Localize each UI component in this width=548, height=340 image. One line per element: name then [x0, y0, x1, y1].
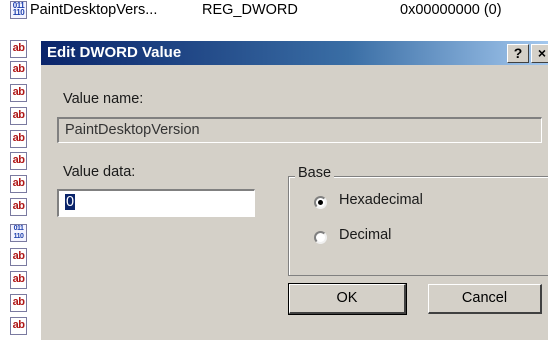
dialog-titlebar[interactable]: Edit DWORD Value ? × [41, 41, 548, 65]
value-data-input[interactable]: 0 [57, 189, 255, 217]
close-button[interactable]: × [531, 44, 548, 63]
dialog-title: Edit DWORD Value [47, 44, 182, 61]
reg-string-icon: ab [10, 294, 27, 312]
reg-binary-icon: 011 110 [10, 224, 27, 242]
reg-binary-icon: 011 110 [10, 1, 27, 19]
registry-value-data: 0x00000000 (0) [400, 2, 502, 18]
reg-string-icon: ab [10, 61, 27, 79]
reg-string-icon: ab [10, 248, 27, 266]
reg-string-icon: ab [10, 84, 27, 102]
reg-string-icon: ab [10, 152, 27, 170]
base-groupbox [288, 176, 548, 276]
registry-value-name: PaintDesktopVers... [30, 2, 158, 18]
reg-string-icon: ab [10, 198, 27, 216]
reg-string-icon: ab [10, 130, 27, 148]
value-data-label: Value data: [63, 164, 136, 180]
reg-string-icon: ab [10, 175, 27, 193]
registry-list-icons: ab ab ab ab ab ab ab ab 011 110 ab ab ab … [0, 40, 40, 335]
radio-button-icon[interactable] [314, 231, 327, 244]
value-name-label: Value name: [63, 91, 144, 107]
reg-string-icon: ab [10, 107, 27, 125]
ok-button[interactable]: OK [288, 283, 407, 315]
value-name-text: PaintDesktopVersion [65, 122, 200, 138]
reg-string-icon: ab [10, 317, 27, 335]
radio-selected-dot [318, 200, 323, 205]
radio-button-icon[interactable] [314, 196, 327, 209]
reg-string-icon: ab [10, 40, 27, 58]
value-name-field: PaintDesktopVersion [57, 117, 542, 143]
cancel-button[interactable]: Cancel [428, 284, 542, 314]
help-button[interactable]: ? [507, 44, 529, 63]
registry-row-paintdesktopversion[interactable]: 011 110 PaintDesktopVers... REG_DWORD 0x0… [0, 0, 548, 21]
reg-string-icon: ab [10, 271, 27, 289]
edit-dword-dialog: Edit DWORD Value ? × Value name: PaintDe… [40, 40, 548, 340]
radio-hexadecimal-label[interactable]: Hexadecimal [339, 192, 423, 208]
registry-value-type: REG_DWORD [202, 2, 298, 18]
base-group-title: Base [295, 165, 335, 181]
value-data-text: 0 [65, 194, 76, 210]
radio-decimal-label[interactable]: Decimal [339, 227, 391, 243]
